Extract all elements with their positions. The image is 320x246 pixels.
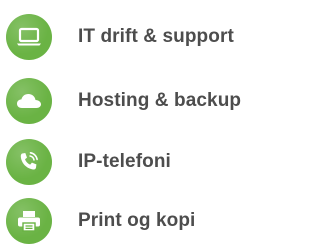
service-label-ip-telefoni: IP-telefoni: [78, 151, 171, 172]
service-label-print-og-kopi: Print og kopi: [78, 210, 196, 231]
service-item-hosting[interactable]: Hosting & backup: [6, 78, 241, 124]
laptop-icon: [6, 14, 52, 60]
cloud-icon: [6, 78, 52, 124]
phone-icon: [6, 139, 52, 185]
service-item-ip-telefoni[interactable]: IP-telefoni: [6, 139, 171, 185]
service-item-it-drift[interactable]: IT drift & support: [6, 14, 234, 60]
service-label-it-drift: IT drift & support: [78, 26, 234, 47]
printer-icon: [6, 198, 52, 244]
services-list: IT drift & support Hosting & backup IP-t…: [0, 0, 292, 246]
service-item-print-og-kopi[interactable]: Print og kopi: [6, 198, 195, 244]
service-label-hosting: Hosting & backup: [78, 90, 242, 111]
